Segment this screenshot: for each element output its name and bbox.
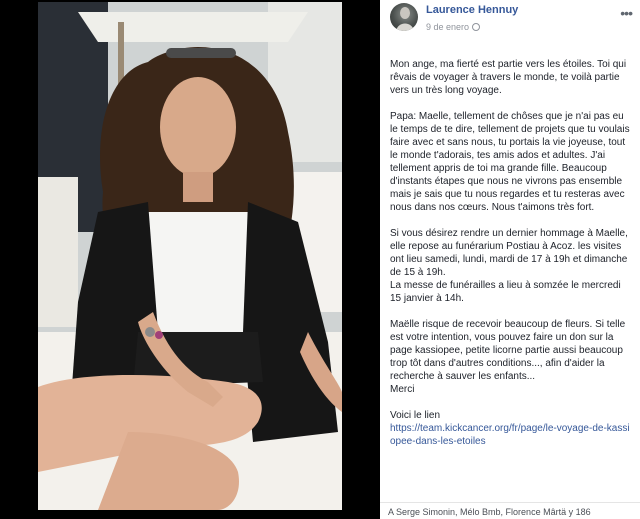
- donation-link[interactable]: https://team.kickcancer.org/fr/page/le-v…: [390, 423, 630, 447]
- post-paragraph-1: Mon ange, ma fierté est partie vers les …: [390, 59, 627, 96]
- photo-illustration: [38, 2, 342, 510]
- post-body: Mon ange, ma fierté est partie vers les …: [390, 58, 632, 448]
- post-paragraph-2: Papa: Maelle, tellement de chôses que je…: [390, 111, 630, 213]
- photo-viewer: [0, 0, 380, 519]
- more-options-icon[interactable]: •••: [620, 5, 633, 21]
- post-date-row: 9 de enero: [426, 22, 481, 32]
- post-photo[interactable]: [38, 2, 342, 510]
- post-sidebar: Laurence Hennuy 9 de enero ••• Mon ange,…: [380, 0, 640, 519]
- globe-icon: [472, 23, 481, 31]
- post-date[interactable]: 9 de enero: [426, 22, 469, 32]
- reactions-text: A Serge Simonin, Mélo Bmb, Florence Mârt…: [388, 507, 591, 517]
- post-paragraph-3: Si vous désirez rendre un dernier hommag…: [390, 228, 628, 304]
- reactions-summary[interactable]: A Serge Simonin, Mélo Bmb, Florence Mârt…: [380, 502, 640, 519]
- post-header: Laurence Hennuy 9 de enero •••: [388, 3, 636, 37]
- author-avatar[interactable]: [390, 3, 418, 31]
- author-name[interactable]: Laurence Hennuy: [426, 4, 518, 16]
- post-paragraph-4: Maëlle risque de recevoir beaucoup de fl…: [390, 319, 626, 395]
- avatar-image: [396, 7, 414, 31]
- link-intro: Voici le lien: [390, 410, 441, 421]
- link-block: Voici le lien https://team.kickcancer.or…: [390, 409, 632, 448]
